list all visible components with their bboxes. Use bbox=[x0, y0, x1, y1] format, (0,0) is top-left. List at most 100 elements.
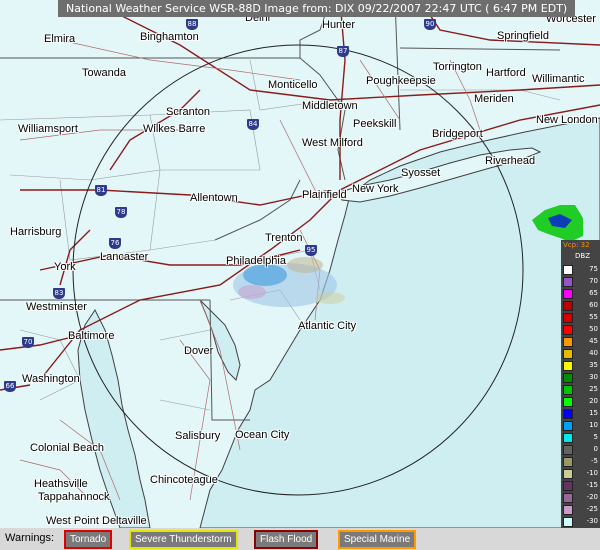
echo-patch-core bbox=[243, 264, 287, 286]
place-tappahannock: Tappahannock bbox=[38, 491, 110, 503]
place-ocean-city: Ocean City bbox=[235, 429, 290, 441]
legend-value-label: -20 bbox=[586, 493, 598, 501]
vcp-label: Vcp: 32 bbox=[563, 241, 590, 249]
place-atlantic-city: Atlantic City bbox=[298, 320, 357, 332]
legend-row-35: 35 bbox=[563, 360, 599, 371]
place-hunter: Hunter bbox=[322, 19, 356, 31]
legend-swatch bbox=[563, 337, 573, 347]
legend-value-label: 35 bbox=[589, 361, 598, 369]
place-williamsport: Williamsport bbox=[18, 123, 78, 135]
place-philadelphia: Philadelphia bbox=[226, 255, 286, 267]
legend-swatch bbox=[563, 265, 573, 275]
echo-patch-coast bbox=[315, 292, 345, 304]
radar-map: 88 87 90 84 81 78 76 83 70 95 66 Elmira … bbox=[0, 0, 600, 550]
place-poughkeepsie: Poughkeepsie bbox=[366, 75, 436, 87]
reflectivity-legend: Vcp: 32 DBZ 75 70 65 60 55 50 45 40 35 30 25 20 15 10… bbox=[561, 240, 600, 545]
place-deltaville: Deltaville bbox=[102, 515, 147, 527]
legend-row-neg10: -10 bbox=[563, 468, 599, 479]
legend-swatch bbox=[563, 433, 573, 443]
place-bridgeport: Bridgeport bbox=[432, 128, 483, 140]
legend-swatch bbox=[563, 445, 573, 455]
legend-row-25: 25 bbox=[563, 384, 599, 395]
place-heathsville: Heathsville bbox=[34, 478, 88, 490]
interstate-90-shield: 90 bbox=[424, 19, 436, 30]
legend-value-label: -30 bbox=[586, 517, 598, 525]
place-colonial-beach: Colonial Beach bbox=[30, 442, 104, 454]
legend-swatch bbox=[563, 277, 573, 287]
legend-swatch bbox=[563, 493, 573, 503]
legend-value-label: 5 bbox=[593, 433, 598, 441]
legend-value-label: 55 bbox=[589, 313, 598, 321]
legend-swatch bbox=[563, 469, 573, 479]
warnings-bar: Warnings: Tornado Severe Thunderstorm Fl… bbox=[0, 528, 600, 550]
legend-value-label: 75 bbox=[589, 265, 598, 273]
interstate-88-shield: 88 bbox=[186, 19, 198, 30]
legend-value-label: 60 bbox=[589, 301, 598, 309]
legend-row-45: 45 bbox=[563, 336, 599, 347]
legend-swatch bbox=[563, 421, 573, 431]
legend-row-10: 10 bbox=[563, 420, 599, 431]
warning-tornado-button[interactable]: Tornado bbox=[64, 530, 113, 549]
warning-special-marine-button[interactable]: Special Marine bbox=[338, 530, 417, 549]
legend-row-5: 5 bbox=[563, 432, 599, 443]
place-syosset: Syosset bbox=[401, 167, 441, 179]
legend-swatch bbox=[563, 289, 573, 299]
legend-row-75: 75 bbox=[563, 264, 599, 275]
place-chincoteague: Chincoteague bbox=[150, 474, 218, 486]
interstate-84-shield: 84 bbox=[247, 119, 259, 130]
place-new-york: New York bbox=[352, 183, 399, 195]
legend-swatch bbox=[563, 325, 573, 335]
legend-swatch bbox=[563, 385, 573, 395]
interstate-78-shield: 78 bbox=[115, 207, 127, 218]
place-harrisburg: Harrisburg bbox=[10, 226, 62, 238]
place-willimantic: Willimantic bbox=[532, 73, 585, 85]
delaware-river bbox=[214, 179, 301, 241]
legend-swatch bbox=[563, 505, 573, 515]
legend-row-60: 60 bbox=[563, 300, 599, 311]
place-trenton: Trenton bbox=[265, 232, 303, 244]
legend-swatch bbox=[563, 397, 573, 407]
legend-swatch bbox=[563, 517, 573, 527]
dbz-unit-label: DBZ bbox=[575, 252, 590, 260]
place-riverhead: Riverhead bbox=[485, 155, 536, 167]
place-york: York bbox=[54, 261, 76, 273]
legend-value-label: 40 bbox=[589, 349, 598, 357]
place-middletown: Middletown bbox=[302, 100, 358, 112]
warning-severe-thunderstorm-button[interactable]: Severe Thunderstorm bbox=[129, 530, 238, 549]
legend-swatch bbox=[563, 349, 573, 359]
place-plainfield: Plainfield bbox=[302, 189, 347, 201]
legend-value-label: 0 bbox=[593, 445, 598, 453]
legend-value-label: 20 bbox=[589, 397, 598, 405]
legend-swatch bbox=[563, 313, 573, 323]
legend-value-label: -25 bbox=[586, 505, 598, 513]
place-dover: Dover bbox=[184, 345, 214, 357]
place-peekskill: Peekskill bbox=[353, 118, 397, 130]
legend-swatch bbox=[563, 481, 573, 491]
echo-patch-south bbox=[238, 285, 266, 299]
place-westminster: Westminster bbox=[26, 301, 87, 313]
legend-row-65: 65 bbox=[563, 288, 599, 299]
place-baltimore: Baltimore bbox=[68, 330, 115, 342]
nj-ny-border bbox=[299, 57, 346, 181]
legend-swatch bbox=[563, 301, 573, 311]
place-wilkes-barre: Wilkes Barre bbox=[143, 123, 206, 135]
legend-row-30: 30 bbox=[563, 372, 599, 383]
legend-value-label: 25 bbox=[589, 385, 598, 393]
legend-row-20: 20 bbox=[563, 396, 599, 407]
warning-flash-flood-button[interactable]: Flash Flood bbox=[254, 530, 319, 549]
echo-patch-east bbox=[287, 257, 323, 273]
legend-value-label: 10 bbox=[589, 421, 598, 429]
legend-row-40: 40 bbox=[563, 348, 599, 359]
place-allentown: Allentown bbox=[190, 192, 238, 204]
legend-value-label: -15 bbox=[586, 481, 598, 489]
legend-value-label: -5 bbox=[591, 457, 598, 465]
legend-value-label: 45 bbox=[589, 337, 598, 345]
delaware-bay bbox=[199, 299, 241, 381]
legend-row-neg5: -5 bbox=[563, 456, 599, 467]
legend-value-label: 70 bbox=[589, 277, 598, 285]
legend-value-label: 65 bbox=[589, 289, 598, 297]
legend-value-label: 30 bbox=[589, 373, 598, 381]
place-meriden: Meriden bbox=[474, 93, 514, 105]
legend-value-label: 50 bbox=[589, 325, 598, 333]
place-binghamton: Binghamton bbox=[140, 31, 199, 43]
